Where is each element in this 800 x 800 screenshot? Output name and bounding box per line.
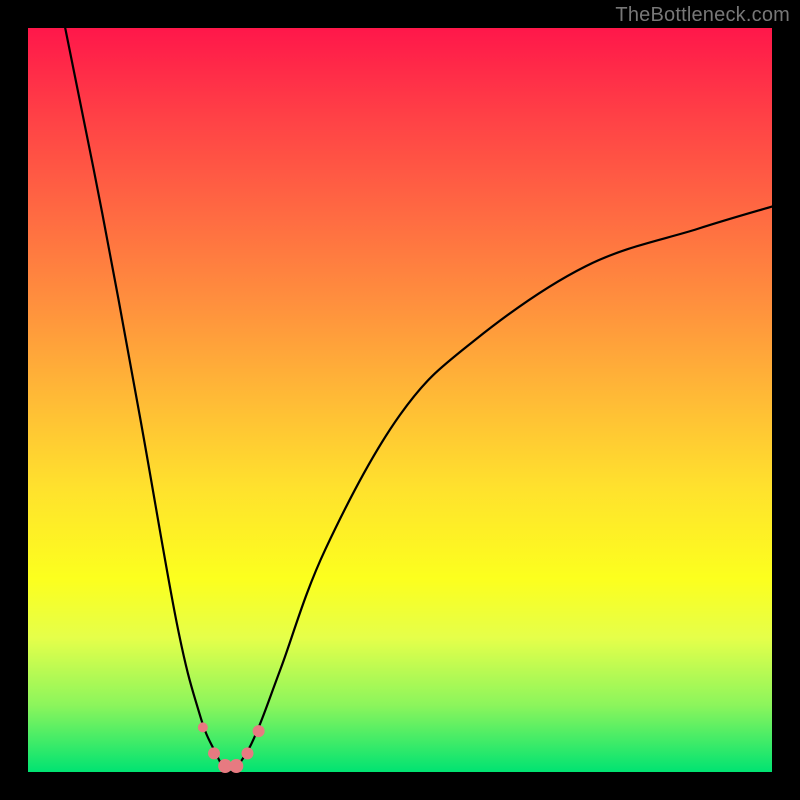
watermark-text: TheBottleneck.com — [615, 4, 790, 27]
chart-svg — [28, 28, 772, 772]
valley-marker — [208, 747, 220, 759]
valley-marker — [198, 722, 208, 732]
plot-area — [28, 28, 772, 772]
bottleneck-curve — [65, 28, 772, 772]
valley-marker — [229, 759, 243, 773]
valley-marker — [241, 747, 253, 759]
valley-markers — [198, 722, 265, 773]
curve-path — [65, 28, 772, 772]
outer-frame: TheBottleneck.com — [0, 0, 800, 800]
valley-marker — [253, 725, 265, 737]
